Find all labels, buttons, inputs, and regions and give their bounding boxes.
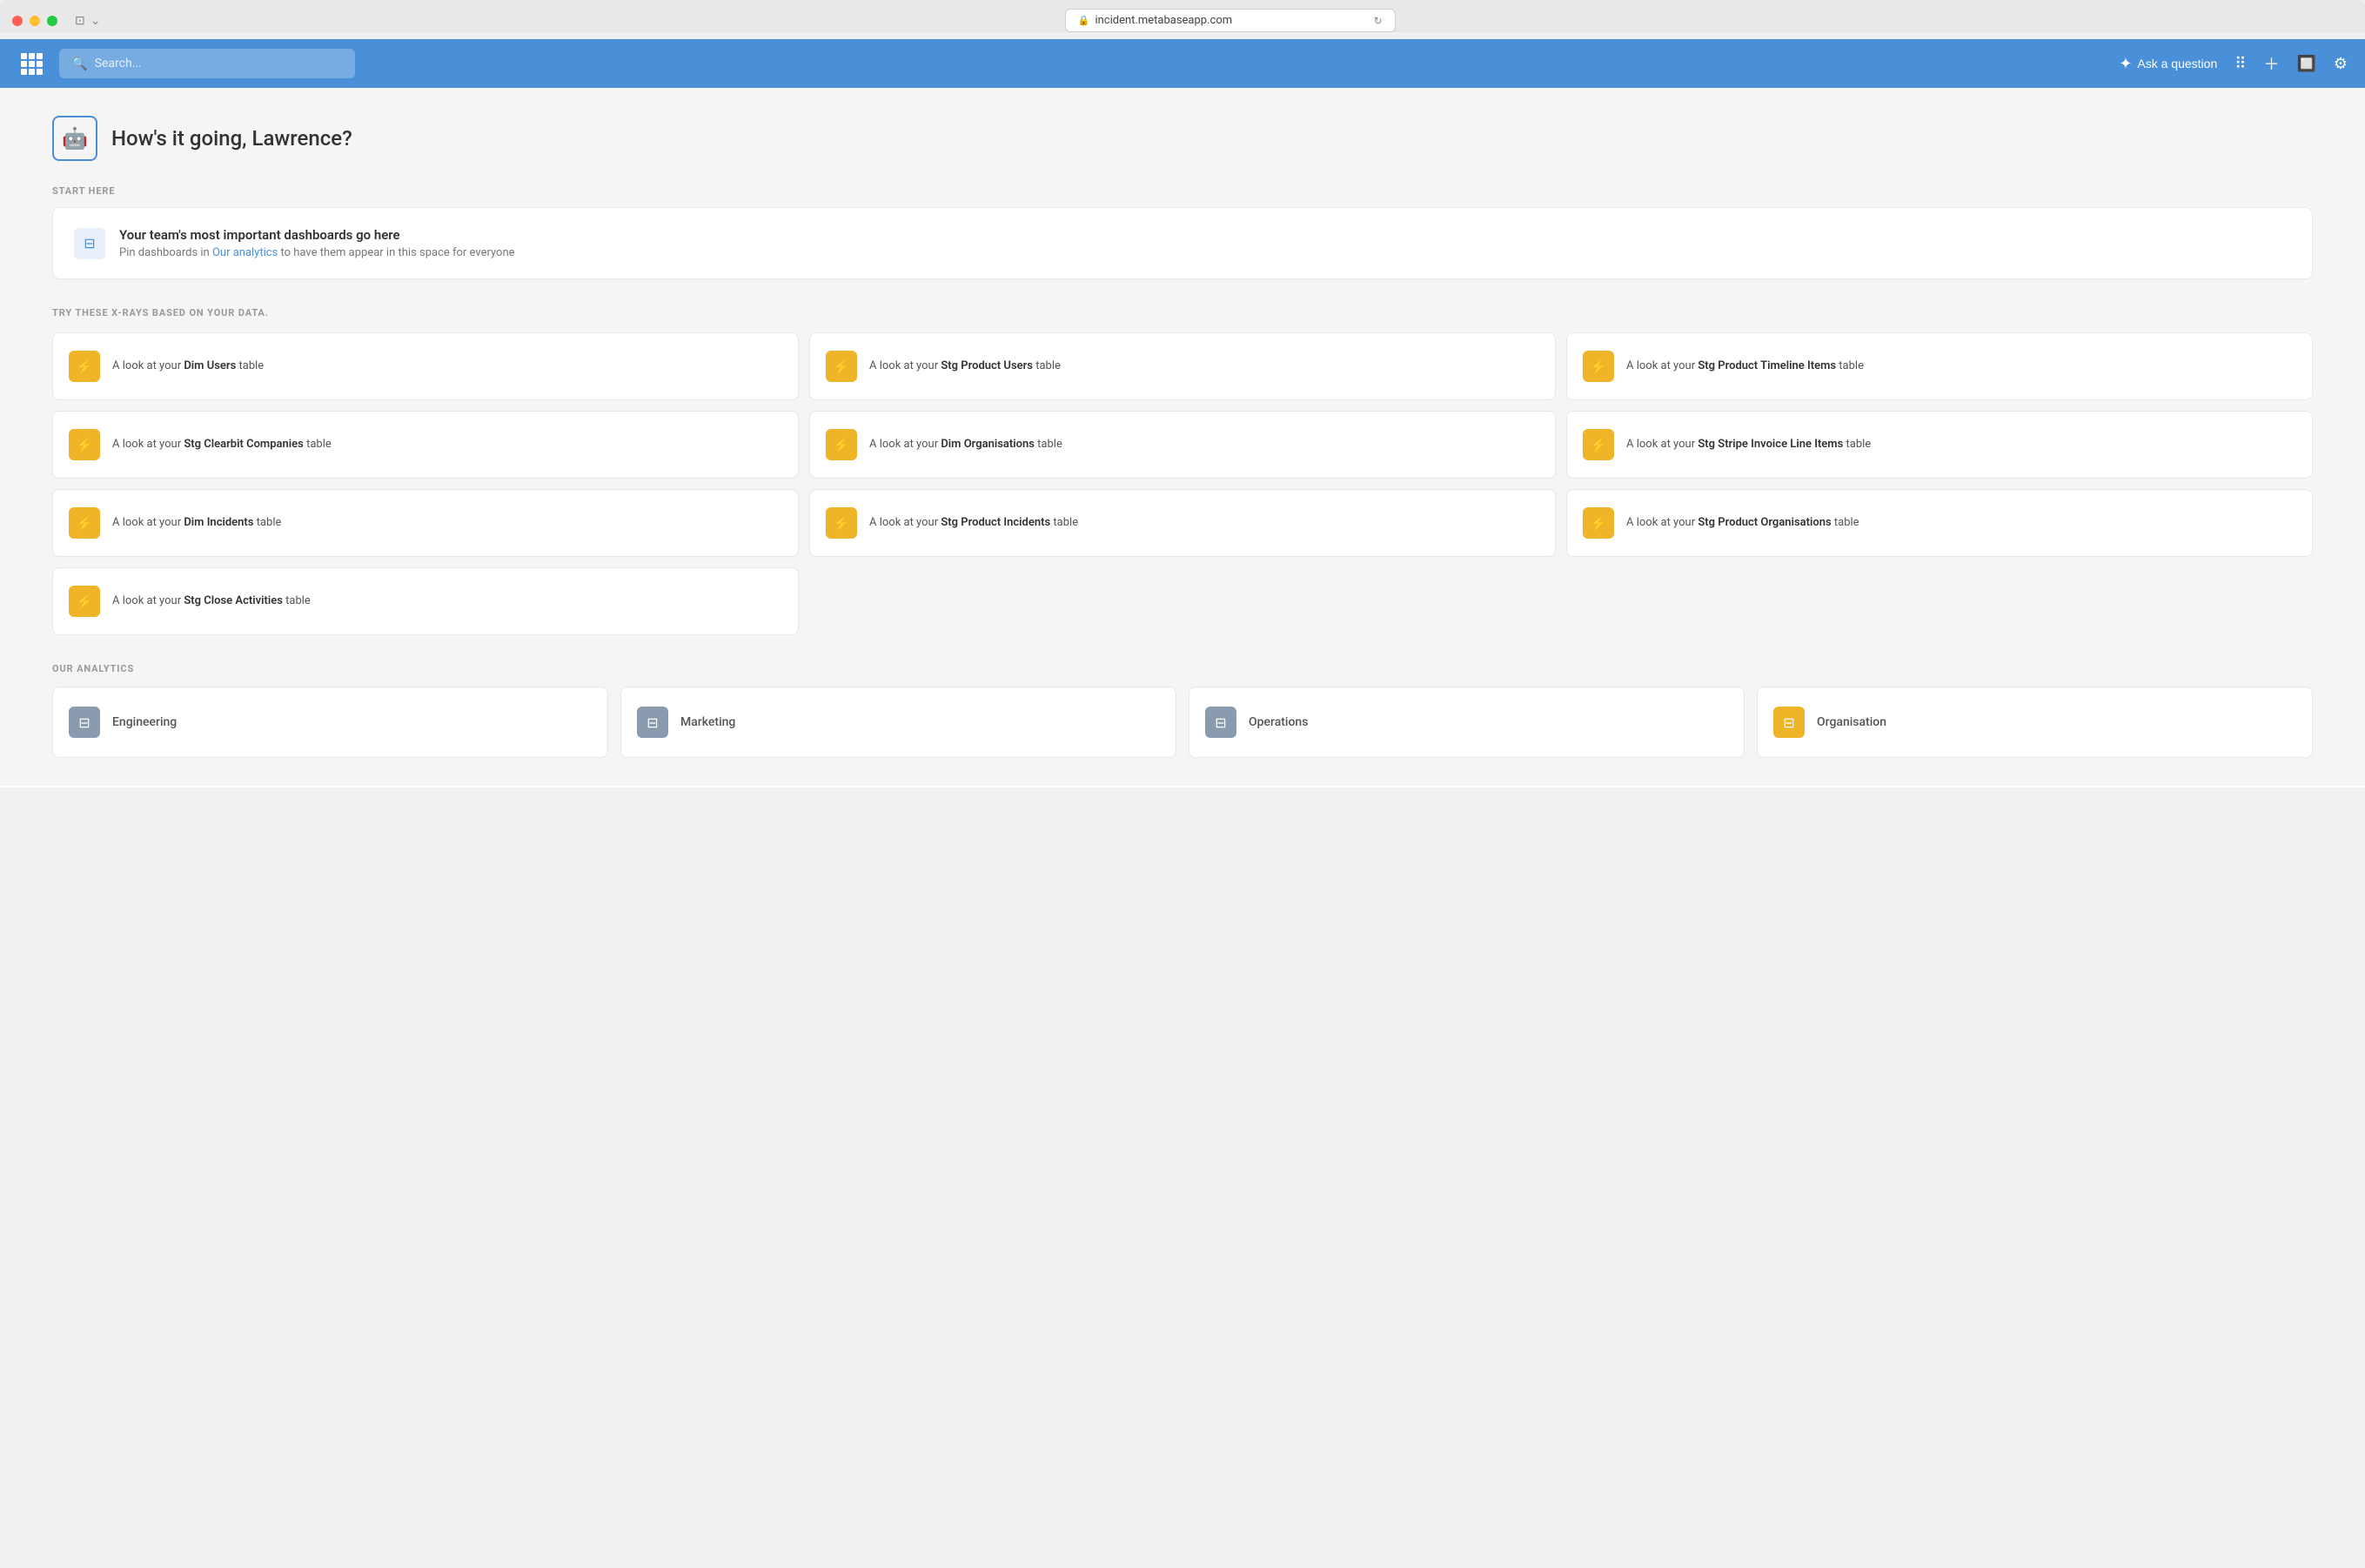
settings-icon[interactable]: ⚙ xyxy=(2334,55,2348,73)
app-logo[interactable] xyxy=(17,50,45,77)
ask-question-label: Ask a question xyxy=(2137,57,2217,70)
analytics-icon: ⊟ xyxy=(1205,707,1236,738)
xray-lightning-icon: ⚡ xyxy=(69,586,100,617)
apps-icon[interactable]: ⠿ xyxy=(2234,55,2246,73)
search-bar[interactable]: 🔍 Search... xyxy=(59,49,355,78)
xray-card[interactable]: ⚡ A look at your Stg Close Activities ta… xyxy=(52,567,799,635)
reload-icon[interactable]: ↻ xyxy=(1374,15,1383,27)
lock-icon: 🔒 xyxy=(1078,15,1090,26)
start-here-label: START HERE xyxy=(52,185,2313,197)
xray-text: A look at your Stg Product Incidents tab… xyxy=(869,515,1078,531)
banner-subtitle: Pin dashboards in Our analytics to have … xyxy=(119,246,515,259)
banner-subtitle-prefix: Pin dashboards in xyxy=(119,246,212,259)
xray-card[interactable]: ⚡ A look at your Stg Product Users table xyxy=(809,332,1556,400)
xray-card[interactable]: ⚡ A look at your Stg Product Timeline It… xyxy=(1566,332,2313,400)
analytics-grid: ⊟ Engineering ⊟ Marketing ⊟ Operations ⊟… xyxy=(52,687,2313,758)
xray-lightning-icon: ⚡ xyxy=(69,429,100,460)
banner-subtitle-suffix: to have them appear in this space for ev… xyxy=(278,246,514,259)
analytics-card-label: Engineering xyxy=(112,715,177,729)
chevron-down-icon[interactable]: ⌄ xyxy=(90,14,101,28)
xray-card[interactable]: ⚡ A look at your Dim Organisations table xyxy=(809,411,1556,479)
xrays-label: TRY THESE X-RAYS BASED ON YOUR DATA. xyxy=(52,307,2313,318)
xray-card[interactable]: ⚡ A look at your Dim Users table xyxy=(52,332,799,400)
analytics-section: OUR ANALYTICS ⊟ Engineering ⊟ Marketing … xyxy=(52,663,2313,758)
greeting-section: 🤖 How's it going, Lawrence? xyxy=(52,116,2313,161)
xray-lightning-icon: ⚡ xyxy=(826,351,857,382)
minimize-button[interactable] xyxy=(30,16,40,26)
xray-lightning-icon: ⚡ xyxy=(826,507,857,539)
xray-card[interactable]: ⚡ A look at your Stg Stripe Invoice Line… xyxy=(1566,411,2313,479)
greeting-title: How's it going, Lawrence? xyxy=(111,126,352,151)
close-button[interactable] xyxy=(12,16,23,26)
sidebar-toggle-icon[interactable]: ⊡ xyxy=(75,14,85,28)
search-placeholder: Search... xyxy=(95,57,142,70)
analytics-card[interactable]: ⊟ Marketing xyxy=(620,687,1176,758)
address-bar[interactable]: 🔒 incident.metabaseapp.com ↻ xyxy=(1065,9,1396,32)
xray-text: A look at your Dim Incidents table xyxy=(112,515,281,531)
analytics-card[interactable]: ⊟ Operations xyxy=(1189,687,1745,758)
analytics-label: OUR ANALYTICS xyxy=(52,663,2313,674)
xray-lightning-icon: ⚡ xyxy=(1583,507,1614,539)
browser-chrome: ⊡ ⌄ 🔒 incident.metabaseapp.com ↻ xyxy=(0,0,2365,32)
analytics-icon: ⊟ xyxy=(637,707,668,738)
xray-text: A look at your Stg Product Organisations… xyxy=(1626,515,1859,531)
app-window: 🔍 Search... ✦ Ask a question ⠿ ＋ 🔲 ⚙ 🤖 H… xyxy=(0,39,2365,787)
analytics-card-label: Operations xyxy=(1249,715,1308,729)
xray-text: A look at your Stg Product Users table xyxy=(869,358,1061,374)
add-icon[interactable]: ＋ xyxy=(2263,52,2279,75)
search-icon: 🔍 xyxy=(71,56,88,71)
pinned-banner: ⊟ Your team's most important dashboards … xyxy=(52,207,2313,279)
xray-text: A look at your Stg Clearbit Companies ta… xyxy=(112,437,332,452)
xray-lightning-icon: ⚡ xyxy=(826,429,857,460)
xray-card[interactable]: ⚡ A look at your Stg Product Incidents t… xyxy=(809,489,1556,557)
bookmark-icon[interactable]: 🔲 xyxy=(2296,55,2315,73)
analytics-icon: ⊟ xyxy=(69,707,100,738)
analytics-card-label: Organisation xyxy=(1817,715,1886,729)
plus-icon: ✦ xyxy=(2119,55,2132,73)
xray-text: A look at your Dim Organisations table xyxy=(869,437,1062,452)
greeting-icon: 🤖 xyxy=(52,116,97,161)
xray-lightning-icon: ⚡ xyxy=(69,351,100,382)
xray-lightning-icon: ⚡ xyxy=(1583,429,1614,460)
xray-lightning-icon: ⚡ xyxy=(69,507,100,539)
xray-card[interactable]: ⚡ A look at your Stg Product Organisatio… xyxy=(1566,489,2313,557)
ask-question-button[interactable]: ✦ Ask a question xyxy=(2119,55,2217,73)
analytics-icon: ⊟ xyxy=(1773,707,1805,738)
analytics-card-label: Marketing xyxy=(680,715,735,729)
analytics-card[interactable]: ⊟ Engineering xyxy=(52,687,608,758)
xray-grid: ⚡ A look at your Dim Users table ⚡ A loo… xyxy=(52,332,2313,635)
xray-text: A look at your Stg Close Activities tabl… xyxy=(112,593,311,609)
main-content: 🤖 How's it going, Lawrence? START HERE ⊟… xyxy=(0,88,2365,786)
xray-text: A look at your Stg Stripe Invoice Line I… xyxy=(1626,437,1871,452)
url-text: incident.metabaseapp.com xyxy=(1095,14,1232,27)
xray-text: A look at your Dim Users table xyxy=(112,358,264,374)
xray-lightning-icon: ⚡ xyxy=(1583,351,1614,382)
analytics-card[interactable]: ⊟ Organisation xyxy=(1757,687,2313,758)
banner-text: Your team's most important dashboards go… xyxy=(119,227,515,259)
app-header: 🔍 Search... ✦ Ask a question ⠿ ＋ 🔲 ⚙ xyxy=(0,39,2365,88)
xray-card[interactable]: ⚡ A look at your Stg Clearbit Companies … xyxy=(52,411,799,479)
banner-title: Your team's most important dashboards go… xyxy=(119,227,515,243)
our-analytics-link[interactable]: Our analytics xyxy=(212,246,278,259)
header-right: ✦ Ask a question ⠿ ＋ 🔲 ⚙ xyxy=(2119,52,2348,75)
xray-card[interactable]: ⚡ A look at your Dim Incidents table xyxy=(52,489,799,557)
xray-text: A look at your Stg Product Timeline Item… xyxy=(1626,358,1864,374)
dashboard-icon: ⊟ xyxy=(74,228,105,259)
maximize-button[interactable] xyxy=(47,16,57,26)
